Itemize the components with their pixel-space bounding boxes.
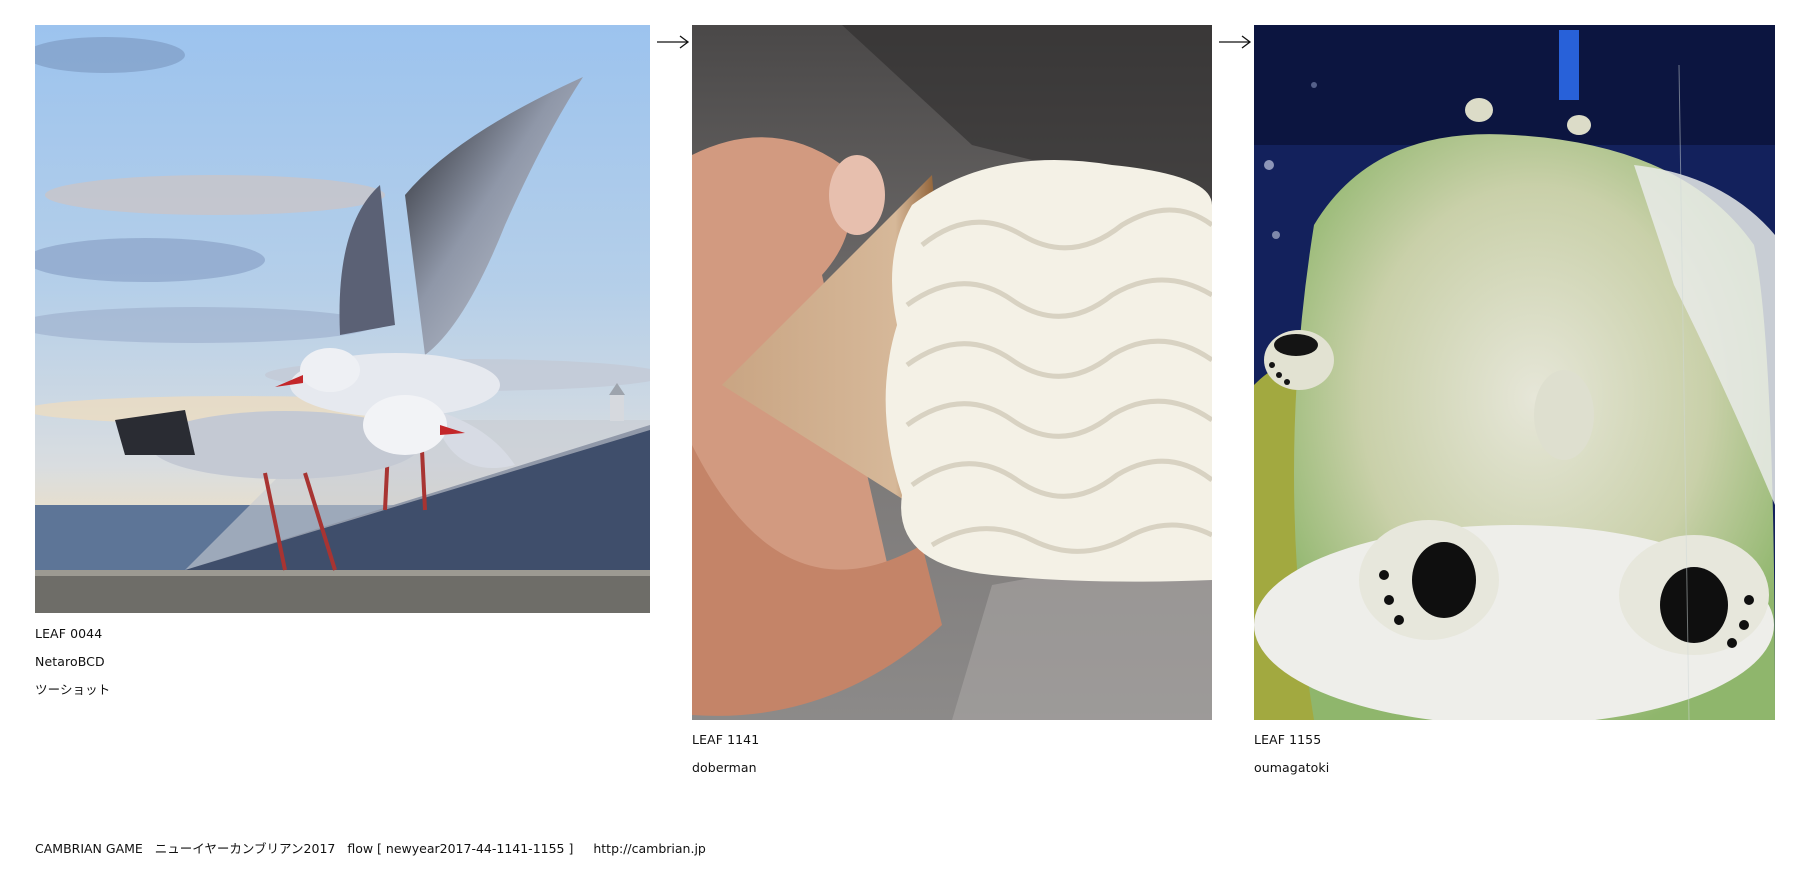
polar-bear-photo[interactable] <box>1254 25 1775 720</box>
polar-bear-image <box>1254 25 1775 720</box>
footer: CAMBRIAN GAME ニューイヤーカンブリアン2017 flow [ ne… <box>35 842 714 856</box>
soft-serve-photo[interactable] <box>692 25 1212 720</box>
footer-event: ニューイヤーカンブリアン2017 <box>154 841 336 856</box>
seagulls-photo[interactable] <box>35 25 650 613</box>
leaf-title: ツーショット <box>35 682 111 697</box>
footer-brand: CAMBRIAN GAME <box>35 841 143 856</box>
seagulls-image <box>35 25 650 613</box>
soft-serve-image <box>692 25 1212 720</box>
arrow-right-icon <box>656 35 690 49</box>
footer-flow: flow [ newyear2017-44-1141-1155 ] <box>347 841 574 856</box>
leaf-id: LEAF 1141 <box>692 732 760 747</box>
leaf-id: LEAF 1155 <box>1254 732 1322 747</box>
arrow-right-icon <box>1218 35 1252 49</box>
leaf-author[interactable]: NetaroBCD <box>35 655 105 669</box>
footer-url-link[interactable]: http://cambrian.jp <box>593 841 706 856</box>
leaf-author[interactable]: doberman <box>692 761 757 775</box>
leaf-id: LEAF 0044 <box>35 626 103 641</box>
leaf-author[interactable]: oumagatoki <box>1254 761 1329 775</box>
